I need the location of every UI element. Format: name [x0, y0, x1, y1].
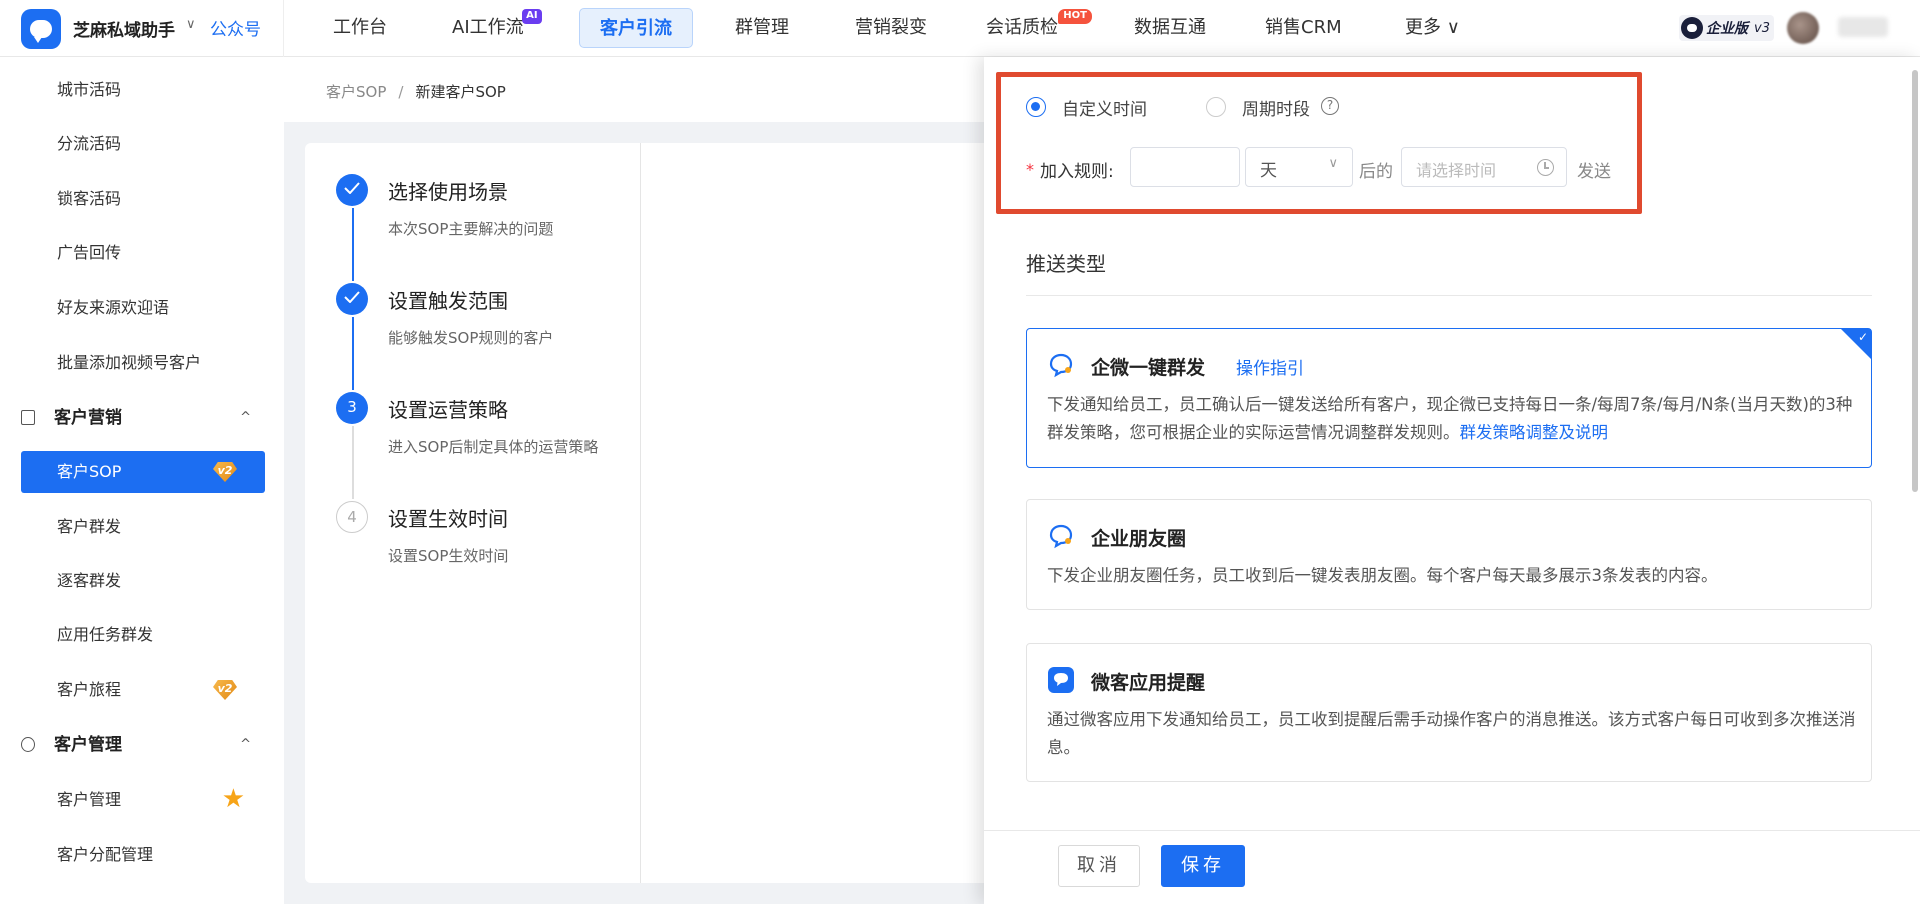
sidebar-item-customer-journey[interactable]: 客户旅程 v2 [21, 669, 265, 711]
push-type-title: 推送类型 [1026, 252, 1106, 276]
push-option-desc: 通过微客应用下发通知给员工，员工收到提醒后需手动操作客户的消息推送。该方式客户每… [1047, 710, 1856, 757]
sidebar-item-lock-code[interactable]: 锁客活码 [21, 178, 265, 220]
sidebar: 城市活码 分流活码 锁客活码 广告回传 好友来源欢迎语 批量添加视频号客户 客户… [0, 57, 284, 904]
cancel-button[interactable]: 取消 [1058, 845, 1140, 887]
bookmark-icon [21, 410, 35, 425]
push-option-app-reminder[interactable]: 微客应用提醒 通过微客应用下发通知给员工，员工收到提醒后需手动操作客户的消息推送… [1026, 643, 1872, 782]
step-title: 设置触发范围 [388, 289, 508, 313]
brand-logo-icon [21, 9, 61, 49]
push-option-title: 企微一键群发 [1091, 357, 1206, 379]
push-option-wecom-broadcast[interactable]: ✓ 企微一键群发 操作指引 下发通知给员工，员工确认后一键发送给所有客户，现企微… [1026, 328, 1872, 468]
check-icon [336, 283, 368, 315]
steps-divider [640, 143, 641, 883]
brand-name[interactable]: 芝麻私域助手 [73, 16, 175, 41]
step-desc: 能够触发SOP规则的客户 [388, 329, 554, 347]
nav-sales-crm[interactable]: 销售CRM [1245, 8, 1362, 48]
strategy-explain-link[interactable]: 群发策略调整及说明 [1460, 423, 1609, 442]
step-title: 设置生效时间 [388, 507, 508, 531]
chat-bubble-icon [1049, 524, 1073, 549]
breadcrumb-separator: / [398, 83, 404, 101]
push-option-moments[interactable]: 企业朋友圈 下发企业朋友圈任务，员工收到后一键发表朋友圈。每个客户每天最多展示3… [1026, 499, 1872, 610]
nav-data-sync[interactable]: 数据互通 [1114, 8, 1226, 48]
step-connector [352, 426, 354, 499]
edition-label: 企业版 [1706, 21, 1748, 37]
edition-badge[interactable]: 企业版 v3 [1679, 15, 1774, 41]
chat-bubble-icon [1049, 353, 1073, 378]
breadcrumb-current: 新建客户SOP [415, 83, 506, 101]
chevron-down-icon[interactable]: ∨ [186, 17, 196, 32]
nav-ai-workflow[interactable]: AI工作流 AI [432, 8, 546, 48]
sidebar-item-customer-assign[interactable]: 客户分配管理 [21, 834, 265, 876]
operation-guide-link[interactable]: 操作指引 [1236, 354, 1304, 379]
ai-badge: AI [522, 9, 542, 24]
username-blurred[interactable] [1838, 17, 1888, 37]
step-number: 3 [336, 392, 368, 424]
chevron-up-icon: ^ [240, 737, 251, 752]
divider [1026, 295, 1872, 296]
sidebar-item-app-task-broadcast[interactable]: 应用任务群发 [21, 614, 265, 656]
top-bar: 芝麻私域助手 ∨ 公众号 工作台 AI工作流 AI 客户引流 群管理 营销裂变 会… [0, 0, 1920, 57]
nav-marketing-fission[interactable]: 营销裂变 [835, 8, 947, 48]
step-title: 选择使用场景 [388, 180, 508, 204]
push-option-desc: 下发企业朋友圈任务，员工收到后一键发表朋友圈。每个客户每天最多展示3条发表的内容… [1047, 566, 1718, 585]
check-icon: ✓ [1857, 330, 1868, 344]
customer-manage-icon [21, 737, 35, 752]
sidebar-item-one-by-one-broadcast[interactable]: 逐客群发 [21, 560, 265, 602]
sidebar-item-welcome-msg[interactable]: 好友来源欢迎语 [21, 287, 265, 329]
step-desc: 设置SOP生效时间 [388, 547, 509, 565]
nav-session-qc[interactable]: 会话质检 HOT [966, 8, 1092, 48]
push-option-desc: 下发通知给员工，员工确认后一键发送给所有客户，现企微已支持每日一条/每周7条/每… [1047, 395, 1853, 442]
save-button[interactable]: 保存 [1161, 845, 1245, 887]
hot-badge: HOT [1058, 9, 1092, 24]
chevron-up-icon: ^ [240, 410, 251, 425]
step-title: 设置运营策略 [388, 398, 508, 422]
step-connector [352, 317, 354, 390]
nav-group-management[interactable]: 群管理 [715, 8, 809, 48]
avatar[interactable] [1787, 12, 1819, 44]
sidebar-item-city-code[interactable]: 城市活码 [21, 69, 265, 111]
sidebar-item-customer-manage[interactable]: 客户管理 ★ [21, 779, 265, 821]
account-type-link[interactable]: 公众号 [210, 15, 261, 40]
edition-logo-icon [1681, 17, 1703, 39]
breadcrumb: 客户SOP / 新建客户SOP [326, 81, 506, 102]
sidebar-item-split-code[interactable]: 分流活码 [21, 123, 265, 165]
sidebar-group-customer-manage[interactable]: 客户管理 ^ [21, 724, 265, 766]
weike-app-icon [1048, 667, 1074, 693]
step-desc: 本次SOP主要解决的问题 [388, 220, 554, 238]
nav-customer-acquisition[interactable]: 客户引流 [579, 8, 693, 48]
sidebar-item-customer-broadcast[interactable]: 客户群发 [21, 506, 265, 548]
push-option-title: 企业朋友圈 [1091, 528, 1187, 550]
breadcrumb-parent[interactable]: 客户SOP [326, 83, 386, 101]
push-option-title: 微客应用提醒 [1091, 672, 1206, 694]
v2-badge-icon: v2 [213, 462, 237, 482]
drawer-scrollbar[interactable] [1912, 70, 1918, 492]
nav-workbench[interactable]: 工作台 [313, 8, 407, 48]
v2-badge-icon: v2 [213, 680, 237, 700]
sidebar-item-ad-callback[interactable]: 广告回传 [21, 232, 265, 274]
step-desc: 进入SOP后制定具体的运营策略 [388, 438, 599, 456]
check-icon [336, 174, 368, 206]
highlight-box [996, 72, 1642, 214]
sidebar-item-batch-add-video[interactable]: 批量添加视频号客户 [21, 342, 265, 384]
step-number: 4 [336, 501, 368, 533]
step-connector [352, 208, 354, 281]
edition-version: v3 [1754, 20, 1770, 36]
brand-area: 芝麻私域助手 ∨ 公众号 [0, 0, 284, 57]
sidebar-item-customer-sop[interactable]: 客户SOP v2 [21, 451, 265, 493]
sidebar-group-marketing[interactable]: 客户营销 ^ [21, 397, 265, 439]
star-icon: ★ [221, 784, 245, 814]
nav-more[interactable]: 更多 ∨ [1385, 8, 1480, 48]
